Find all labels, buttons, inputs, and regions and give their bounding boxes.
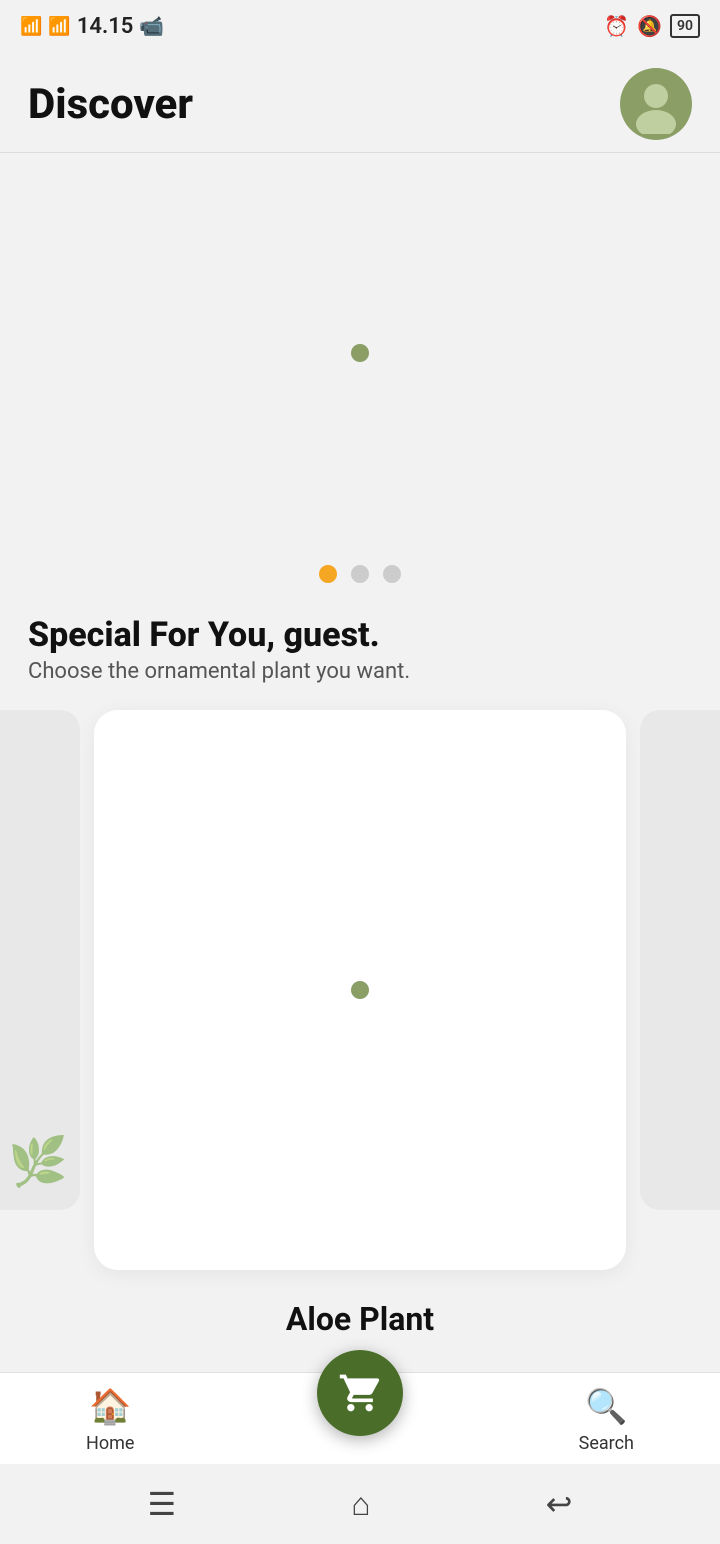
carousel-dot-1[interactable] [319, 565, 337, 583]
side-card-left[interactable]: 🌿 [0, 710, 80, 1210]
alarm-icon: ⏰ [604, 14, 629, 38]
avatar[interactable] [620, 68, 692, 140]
carousel-indicators [0, 553, 720, 595]
app-header: Discover [0, 52, 720, 153]
home-nav-icon: 🏠 [89, 1387, 131, 1427]
bell-muted-icon: 🔕 [637, 14, 662, 38]
nav-item-home[interactable]: 🏠 Home [86, 1387, 134, 1454]
product-card-dot [351, 981, 369, 999]
signal-4g-1-icon: 📶 [20, 16, 42, 37]
product-cards-container: 🌿 [0, 690, 720, 1290]
page-title: Discover [28, 80, 193, 129]
product-name: Aloe Plant [286, 1300, 434, 1338]
search-nav-label: Search [579, 1433, 634, 1454]
side-card-right[interactable] [640, 710, 720, 1210]
cart-icon [338, 1371, 382, 1415]
product-name-area: Aloe Plant [0, 1290, 720, 1348]
hero-banner [0, 153, 720, 553]
search-nav-icon: 🔍 [585, 1387, 627, 1427]
carousel-dot-3[interactable] [383, 565, 401, 583]
cart-fab-button[interactable] [317, 1350, 403, 1436]
hero-center-dot [351, 344, 369, 362]
camera-icon: 📹 [139, 14, 164, 38]
status-time: 14.15 [77, 14, 134, 39]
system-nav-bar: ☰ ⌂ ↩ [0, 1464, 720, 1544]
system-home-icon[interactable]: ⌂ [351, 1485, 370, 1523]
nav-item-search[interactable]: 🔍 Search [579, 1387, 634, 1454]
leaf-icon: 🌿 [8, 1133, 68, 1190]
battery-indicator: 90 [670, 14, 700, 38]
system-menu-icon[interactable]: ☰ [148, 1485, 177, 1523]
system-back-icon[interactable]: ↩ [546, 1485, 573, 1523]
status-bar: 📶 📶 14.15 📹 ⏰ 🔕 90 [0, 0, 720, 52]
section-title: Special For You, guest. [28, 615, 692, 655]
status-left: 📶 📶 14.15 📹 [20, 14, 164, 39]
signal-4g-2-icon: 📶 [48, 16, 70, 37]
section-title-area: Special For You, guest. Choose the ornam… [0, 595, 720, 690]
home-nav-label: Home [86, 1433, 134, 1454]
main-product-card[interactable] [94, 710, 626, 1270]
carousel-dot-2[interactable] [351, 565, 369, 583]
section-subtitle: Choose the ornamental plant you want. [28, 659, 692, 684]
status-right: ⏰ 🔕 90 [604, 14, 700, 38]
